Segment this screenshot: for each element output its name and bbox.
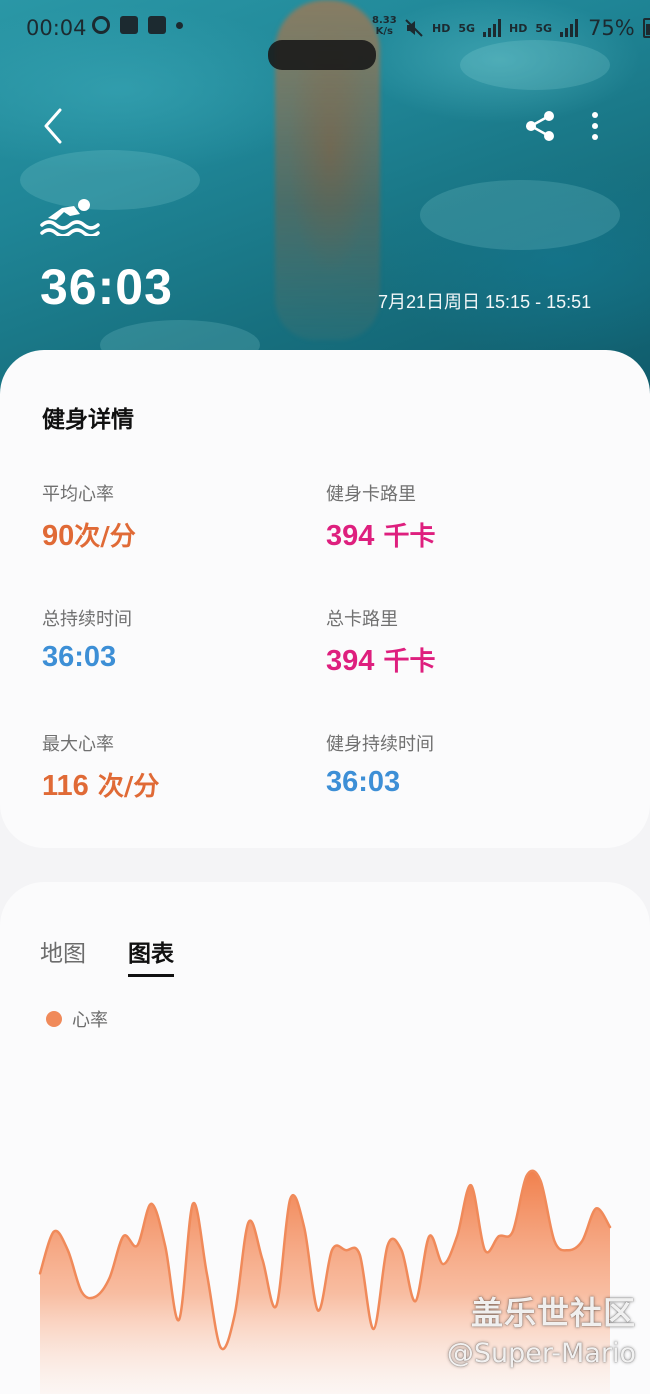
metric-unit: 千卡 [374,647,436,677]
share-button[interactable] [522,108,558,144]
chevron-left-icon [44,108,62,144]
metric-max-heart-rate: 最大心率 116 次/分 [42,730,159,803]
metric-unit: 次/分 [74,522,136,552]
legend-dot [46,1011,62,1027]
metric-number: 36:03 [42,641,117,673]
status-right: HD 5G HD 5G 75% [404,16,650,40]
metric-avg-heart-rate: 平均心率 90次/分 [42,480,136,553]
checkbox-icon [120,16,138,34]
dot-icon [176,21,183,29]
metric-value: 90次/分 [42,516,136,553]
more-options-button[interactable] [582,108,608,144]
network-speed: 8.33 K/s [372,15,397,37]
hero-image: 00:04 8.33 K/s HD 5G HD 5G 75% 36:03 7月2… [0,0,650,410]
signal-icon-2 [560,19,579,37]
metric-total-duration: 总持续时间 36:03 [42,605,132,674]
battery-percent: 75% [588,16,635,40]
mute-icon [405,19,423,37]
metric-unit: 千卡 [374,522,436,552]
tab-map[interactable]: 地图 [40,934,86,968]
status-time: 00:04 [26,16,87,40]
metric-value: 394 千卡 [326,516,435,553]
section-title: 健身详情 [42,407,134,433]
battery-icon [642,18,650,38]
metric-workout-calories: 健身卡路里 394 千卡 [326,480,435,553]
tab-chart[interactable]: 图表 [128,934,174,977]
metric-number: 36:03 [326,766,401,798]
metric-label: 健身卡路里 [326,484,416,505]
watermark-community: 盖乐世社区 [470,1294,636,1332]
network-type: 5G [458,21,476,35]
network-speed-unit: K/s [375,26,394,37]
metric-number: 394 [326,520,375,552]
signal-icon [483,19,502,37]
workout-date-range: 7月21日周日 15:15 - 15:51 [378,292,592,312]
more-vertical-icon [592,112,598,140]
water-ripple [420,180,620,250]
workout-duration: 36:03 [40,259,173,315]
metric-unit: 次/分 [88,772,160,802]
status-bar: 00:04 8.33 K/s HD 5G HD 5G 75% [0,0,650,56]
hd-indicator-2: HD [509,21,528,35]
notification-icons [92,16,183,34]
share-icon [526,111,554,141]
metric-number: 394 [326,645,375,677]
metric-label: 平均心率 [42,484,114,505]
metric-number: 90 [42,520,75,552]
watermark-author: @Super-Mario [446,1338,636,1369]
sync-icon [92,16,110,34]
swimming-icon [40,196,102,238]
metric-value: 394 千卡 [326,641,435,678]
metric-label: 总持续时间 [42,609,132,630]
metric-label: 总卡路里 [326,609,398,630]
metric-total-calories: 总卡路里 394 千卡 [326,605,435,678]
chart-legend: 心率 [46,1006,108,1032]
back-button[interactable] [34,104,74,148]
hd-indicator: HD [432,21,451,35]
metric-workout-duration: 健身持续时间 36:03 [326,730,434,799]
workout-details-card: 健身详情 平均心率 90次/分 健身卡路里 394 千卡 总持续时间 36:03… [0,350,650,848]
metric-label: 最大心率 [42,734,114,755]
shopping-bag-icon [148,16,166,34]
network-speed-value: 8.33 [372,15,397,26]
metric-label: 健身持续时间 [326,734,434,755]
legend-label: 心率 [72,1010,108,1031]
metric-value: 36:03 [326,766,434,799]
metric-value: 36:03 [42,641,132,674]
network-type-2: 5G [535,21,553,35]
metric-number: 116 [42,770,89,802]
metric-value: 116 次/分 [42,766,159,803]
